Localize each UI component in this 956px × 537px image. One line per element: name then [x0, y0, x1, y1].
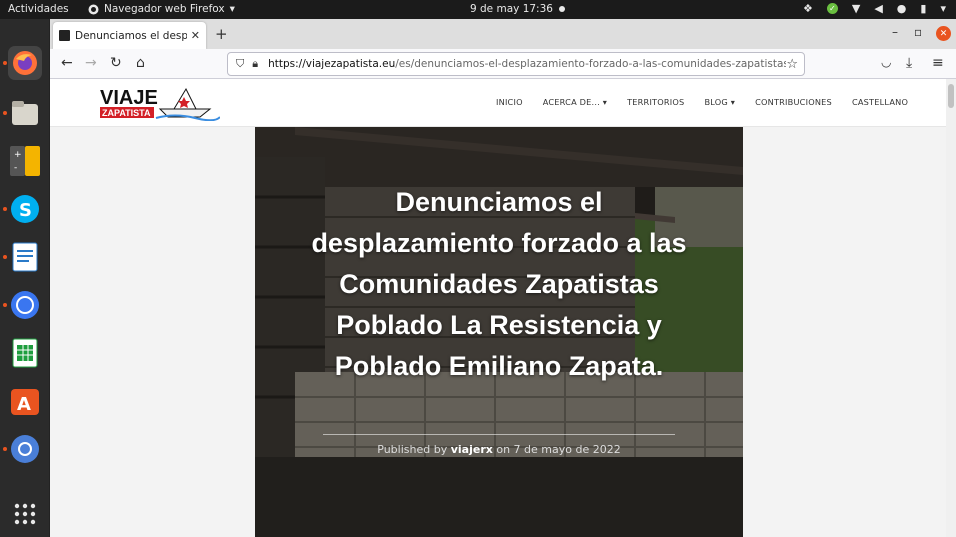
- svg-text:A: A: [17, 394, 31, 415]
- running-indicator-icon: [3, 61, 7, 65]
- web-page: VIAJE ZAPATISTA INICIO ACERCA DE... ▾ TE…: [50, 79, 946, 537]
- writer-icon[interactable]: [8, 240, 42, 274]
- hamburger-menu-icon[interactable]: ≡: [932, 55, 944, 71]
- clock[interactable]: 9 de may 17:36: [470, 3, 565, 15]
- menu-item-territorios[interactable]: TERRITORIOS: [627, 97, 684, 107]
- author-link[interactable]: viajerx: [451, 443, 493, 456]
- running-indicator-icon: [3, 207, 7, 211]
- article-hero: Denunciamos el desplazamiento forzado a …: [255, 127, 743, 537]
- url-domain: https://viajezapatista.eu: [268, 58, 396, 70]
- activities-button[interactable]: Actividades: [8, 3, 69, 15]
- new-tab-button[interactable]: +: [215, 25, 228, 43]
- site-header: VIAJE ZAPATISTA INICIO ACERCA DE... ▾ TE…: [50, 79, 946, 127]
- byline-prefix: Published by: [377, 443, 448, 456]
- byline-on: on: [496, 443, 511, 456]
- url-path: /es/denunciamos-el-desplazamiento-forzad…: [395, 58, 787, 70]
- publish-date: 7 de mayo de 2022: [513, 443, 621, 456]
- minimize-window-icon[interactable]: –: [892, 25, 898, 39]
- tab-title: Denunciamos el desplaza: [75, 29, 187, 42]
- volume-icon[interactable]: ◀: [874, 2, 882, 15]
- system-tray[interactable]: ❖ ✓ ▼ ◀ ● ▮ ▾: [803, 2, 946, 15]
- tab-bar: Denunciamos el desplaza ✕ + – ▫ ✕: [50, 19, 956, 49]
- close-window-icon[interactable]: ✕: [936, 26, 951, 41]
- url-bar[interactable]: ⛉ 🔒︎ https://viajezapatista.eu/es/denunc…: [227, 52, 805, 76]
- menu-item-acerca[interactable]: ACERCA DE... ▾: [543, 97, 607, 107]
- calculator-icon[interactable]: + -: [8, 144, 42, 178]
- url-text[interactable]: https://viajezapatista.eu/es/denunciamos…: [268, 58, 786, 70]
- power-menu-icon[interactable]: ▾: [940, 2, 946, 15]
- app-menu[interactable]: Navegador web Firefox ▾: [88, 3, 235, 15]
- dropbox-icon[interactable]: ❖: [803, 2, 813, 15]
- menu-item-blog[interactable]: BLOG ▾: [704, 97, 735, 107]
- software-icon[interactable]: A: [8, 384, 42, 418]
- lock-icon[interactable]: 🔒︎: [252, 57, 258, 71]
- battery-icon[interactable]: ▮: [920, 2, 926, 15]
- close-tab-icon[interactable]: ✕: [191, 29, 200, 42]
- microphone-icon[interactable]: ●: [897, 2, 907, 15]
- svg-text:+: +: [14, 150, 22, 160]
- shield-icon[interactable]: ⛉: [236, 57, 244, 71]
- forward-arrow-icon[interactable]: →: [85, 55, 97, 71]
- logo-text-bottom: ZAPATISTA: [102, 108, 151, 118]
- check-shield-icon[interactable]: ✓: [826, 3, 838, 14]
- chromium-icon[interactable]: [8, 432, 42, 466]
- site-logo[interactable]: VIAJE ZAPATISTA: [100, 83, 220, 121]
- running-indicator-icon: [3, 303, 7, 307]
- bookmark-star-icon[interactable]: ☆: [786, 57, 798, 72]
- downloads-icon[interactable]: ⤓: [906, 55, 912, 71]
- article-title: Denunciamos el desplazamiento forzado a …: [311, 187, 687, 381]
- files-icon[interactable]: [8, 96, 42, 130]
- app-name-label: Navegador web Firefox: [104, 3, 225, 15]
- app-grid-icon[interactable]: [8, 497, 42, 531]
- pocket-icon[interactable]: ◡: [881, 55, 891, 69]
- page-scrollbar[interactable]: [946, 79, 956, 537]
- menu-item-contribuciones[interactable]: CONTRIBUCIONES: [755, 97, 832, 107]
- scrollbar-thumb[interactable]: [948, 84, 954, 108]
- svg-text:S: S: [19, 200, 32, 221]
- chevron-down-icon: ▾: [229, 3, 235, 15]
- maximize-window-icon[interactable]: ▫: [914, 25, 922, 39]
- home-icon[interactable]: ⌂: [136, 55, 145, 71]
- menu-item-castellano[interactable]: CASTELLANO: [852, 97, 908, 107]
- back-arrow-icon[interactable]: ←: [61, 55, 73, 71]
- running-indicator-icon: [3, 447, 7, 451]
- title-divider: [323, 434, 675, 435]
- system-top-bar: Actividades Navegador web Firefox ▾ 9 de…: [0, 0, 956, 19]
- wifi-icon[interactable]: ▼: [852, 2, 860, 15]
- menu-item-inicio[interactable]: INICIO: [496, 97, 523, 107]
- calc-spreadsheet-icon[interactable]: [8, 336, 42, 370]
- firefox-icon[interactable]: [8, 46, 42, 80]
- main-menu: INICIO ACERCA DE... ▾ TERRITORIOS BLOG ▾…: [496, 97, 908, 107]
- signal-icon[interactable]: [8, 288, 42, 322]
- site-favicon-icon: [59, 30, 70, 41]
- reload-icon[interactable]: ↻: [110, 55, 122, 71]
- tab-active[interactable]: Denunciamos el desplaza ✕: [53, 22, 206, 49]
- clock-label: 9 de may 17:36: [470, 3, 553, 15]
- logo-text-top: VIAJE: [100, 87, 158, 109]
- notification-dot-icon: [558, 6, 565, 12]
- running-indicator-icon: [3, 255, 7, 259]
- skype-icon[interactable]: S: [8, 192, 42, 226]
- navigation-toolbar: ← → ↻ ⌂ ⛉ 🔒︎ https://viajezapatista.eu/e…: [50, 49, 956, 79]
- running-indicator-icon: [3, 111, 7, 115]
- article-byline: Published by viajerx on 7 de mayo de 202…: [255, 443, 743, 456]
- firefox-small-icon: [88, 4, 99, 14]
- dock: + - S A: [0, 19, 50, 537]
- svg-text:-: -: [14, 163, 17, 173]
